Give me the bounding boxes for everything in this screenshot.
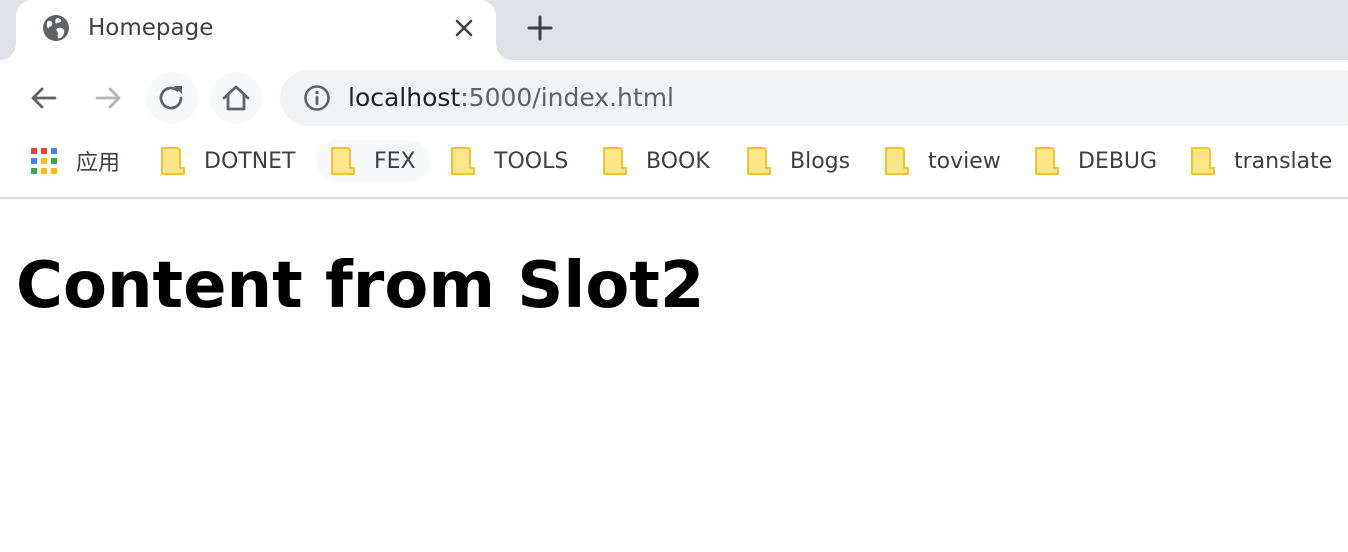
url-host: localhost — [348, 83, 461, 112]
active-tab[interactable]: Homepage — [16, 0, 496, 60]
folder-icon — [160, 146, 186, 176]
bookmark-label: translate — [1234, 148, 1333, 174]
bookmark-label: DOTNET — [204, 148, 296, 174]
globe-icon — [40, 12, 72, 44]
bookmark-label: TOOLS — [494, 148, 569, 174]
bookmark-folder-toview[interactable]: toview — [884, 140, 1001, 182]
bookmark-label: FEX — [374, 148, 416, 174]
plus-icon[interactable] — [522, 10, 558, 46]
bookmark-label: 应用 — [76, 151, 121, 176]
folder-icon — [884, 146, 910, 176]
url-text[interactable]: localhost:5000/index.html — [348, 70, 674, 126]
folder-icon — [746, 146, 772, 176]
tab-strip: Homepage — [0, 0, 1348, 60]
bookmark-label: toview — [928, 148, 1001, 174]
folder-icon — [602, 146, 628, 176]
bookmark-folder-blogs[interactable]: Blogs — [746, 140, 850, 182]
folder-icon — [450, 146, 476, 176]
bookmark-label: Blogs — [790, 148, 851, 174]
bookmark-folder-translate[interactable]: translate — [1190, 140, 1332, 182]
info-icon[interactable] — [302, 83, 332, 113]
bookmark-folder-debug[interactable]: DEBUG — [1034, 140, 1157, 182]
browser-toolbar: localhost:5000/index.html — [0, 60, 1348, 136]
bookmark-folder-fex[interactable]: FEX — [316, 140, 430, 182]
folder-icon — [1034, 146, 1060, 176]
bookmark-label: BOOK — [646, 148, 710, 174]
home-icon[interactable] — [210, 72, 262, 124]
bookmark-folder-tools[interactable]: TOOLS — [450, 140, 568, 182]
apps-grid-icon — [30, 147, 58, 175]
arrow-right-icon[interactable] — [82, 72, 134, 124]
page-heading: Content from Slot2 — [16, 249, 705, 323]
folder-icon — [330, 146, 356, 176]
url-path: :5000/index.html — [460, 83, 674, 112]
close-icon[interactable] — [450, 14, 478, 42]
folder-icon — [1190, 146, 1216, 176]
bookmark-folder-dotnet[interactable]: DOTNET — [160, 140, 296, 182]
bookmarks-bar: 应用 DOTNET FEX TOOLS BOOK Blogs toview DE… — [0, 136, 1348, 199]
address-bar[interactable]: localhost:5000/index.html — [280, 70, 1348, 126]
arrow-left-icon[interactable] — [18, 72, 70, 124]
reload-icon[interactable] — [146, 72, 198, 124]
tab-title: Homepage — [88, 15, 214, 41]
page-content: Content from Slot2 — [0, 199, 1348, 552]
bookmark-apps[interactable]: 应用 — [30, 140, 120, 182]
bookmark-label: DEBUG — [1078, 148, 1158, 174]
bookmark-folder-book[interactable]: BOOK — [602, 140, 710, 182]
